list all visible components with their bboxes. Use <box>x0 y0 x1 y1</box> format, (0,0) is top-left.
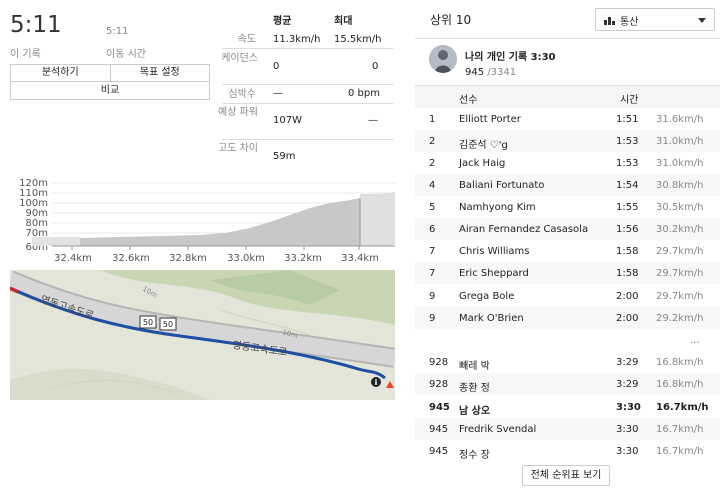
stat-label-heartrate: 심박수 <box>228 89 256 100</box>
svg-text:50: 50 <box>143 318 153 327</box>
table-row[interactable]: 6 Airan Fernandez Casasola 1:56 30.2km/h <box>415 218 720 240</box>
pr-total: /3341 <box>487 67 517 78</box>
stat-speed-avg: 11.3km/h <box>273 34 321 45</box>
ellipsis: ... <box>690 335 700 346</box>
table-row[interactable]: 2 Jack Haig 1:53 31.0km/h <box>415 152 720 174</box>
svg-text:50: 50 <box>163 320 173 329</box>
moving-time-label: 이동 시간 <box>106 49 146 60</box>
x-tick: 32.8km <box>169 253 207 264</box>
elevation-area <box>80 198 360 246</box>
table-row[interactable]: 7 Eric Sheppard 1:58 29.7km/h <box>415 262 720 284</box>
stat-cadence-avg: 0 <box>273 61 280 72</box>
x-tick: 33.2km <box>284 253 322 264</box>
table-row[interactable]: 7 Chris Williams 1:58 29.7km/h <box>415 240 720 262</box>
action-buttons: 분석하기 목표 설정 <box>10 64 210 82</box>
leaderboard-title: 상위 10 <box>430 13 472 27</box>
stats-col-avg: 평균 <box>273 16 292 27</box>
x-tick: 32.4km <box>54 253 92 264</box>
table-row[interactable]: 9 Mark O'Brien 2:00 29.2km/h <box>415 307 720 329</box>
stat-speed-max: 15.5km/h <box>334 34 382 45</box>
pr-rank-line: 945 /3341 <box>465 67 516 78</box>
table-row[interactable]: 945 Fredrik Svendal 3:30 16.7km/h <box>415 418 720 440</box>
table-row[interactable]: 945 정수 장 3:30 16.7km/h <box>415 440 720 462</box>
x-tick: 33.4km <box>341 253 379 264</box>
view-full-leaderboard-button[interactable]: 전체 순위표 보기 <box>522 465 610 486</box>
leaderboard-header: 선수 시간 <box>415 86 720 108</box>
elevation-chart: 120m 110m 100m 90m 80m 70m 60m 32.4km 32… <box>19 178 395 264</box>
divider <box>222 139 394 140</box>
table-row[interactable]: 2 김준석 ♡'g 1:53 31.0km/h <box>415 130 720 152</box>
table-row[interactable]: 5 Namhyong Kim 1:55 30.5km/h <box>415 196 720 218</box>
stat-heartrate-max: 0 bpm <box>348 88 380 99</box>
stat-heartrate-avg: — <box>273 88 283 99</box>
x-tick: 32.6km <box>112 253 150 264</box>
avatar[interactable] <box>429 45 457 73</box>
map-canvas: i 50 50 영동고속도로 영동고속도로 10m 10m <box>10 270 395 400</box>
filter-dropdown[interactable]: 통산 <box>595 8 715 31</box>
elapsed-time-label: 이 기록 <box>10 49 41 60</box>
pre-segment-area <box>32 237 80 246</box>
table-row[interactable]: 928 종환 정 3:29 16.8km/h <box>415 373 720 395</box>
stat-power-max: — <box>368 115 378 126</box>
stat-elevation-avg: 59m <box>273 151 296 162</box>
pr-rank: 945 <box>465 67 485 78</box>
pr-title: 나의 개인 기록 3:30 <box>465 52 556 63</box>
goal-button[interactable]: 목표 설정 <box>109 65 210 81</box>
segment-map[interactable]: i 50 50 영동고속도로 영동고속도로 10m 10m <box>10 270 395 400</box>
compare-button[interactable]: 비교 <box>10 82 210 100</box>
divider <box>222 103 394 104</box>
divider <box>222 84 394 85</box>
stat-label-cadence: 케이던스 <box>221 53 258 64</box>
stats-col-max: 최대 <box>334 16 353 27</box>
col-athlete: 선수 <box>459 95 478 106</box>
filter-value: 통산 <box>620 17 639 28</box>
stat-label-power: 예상 파워 <box>218 107 258 118</box>
stat-label-speed: 속도 <box>237 34 256 45</box>
table-row[interactable]: 928 빼레 박 3:29 16.8km/h <box>415 351 720 373</box>
bar-chart-icon <box>604 17 615 25</box>
stat-power-avg: 107W <box>273 115 302 126</box>
col-time: 시간 <box>620 95 639 106</box>
table-row[interactable]: 4 Baliani Fortunato 1:54 30.8km/h <box>415 174 720 196</box>
chevron-down-icon <box>698 18 706 23</box>
divider <box>222 48 394 49</box>
table-row[interactable]: 1 Elliott Porter 1:51 31.6km/h <box>415 108 720 130</box>
analyze-button[interactable]: 분석하기 <box>11 65 110 81</box>
stat-label-elevation: 고도 차이 <box>218 143 258 154</box>
svg-text:i: i <box>375 378 378 387</box>
table-row[interactable]: 9 Grega Bole 2:00 29.7km/h <box>415 285 720 307</box>
stat-cadence-max: 0 <box>372 61 379 72</box>
elapsed-time: 5:11 <box>10 12 62 38</box>
moving-time: 5:11 <box>106 26 129 37</box>
table-row-me[interactable]: 945 남 상오 3:30 16.7km/h <box>415 396 720 418</box>
personal-record-box: 나의 개인 기록 3:30 945 /3341 <box>415 38 720 86</box>
x-tick: 33.0km <box>227 253 265 264</box>
